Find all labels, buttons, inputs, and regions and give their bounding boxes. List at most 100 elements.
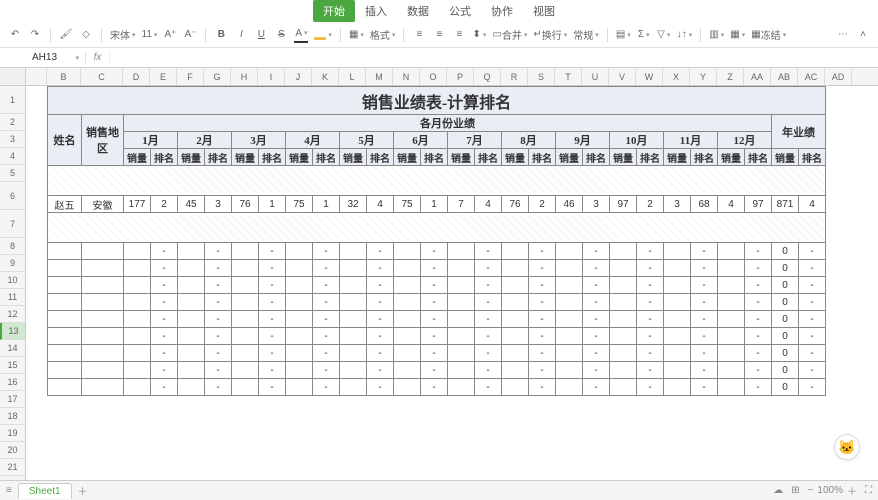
wrap-select[interactable]: ↵ 换行 [533, 27, 567, 43]
col-header-J[interactable]: J [285, 68, 312, 85]
chart-icon[interactable]: ▥ [709, 27, 724, 43]
row-header-9[interactable]: 9 [0, 255, 25, 272]
menu-tab-5[interactable]: 视图 [523, 0, 565, 22]
font-family-select[interactable]: 宋体 [110, 27, 136, 43]
col-header-F[interactable]: F [177, 68, 204, 85]
row-header-16[interactable]: 16 [0, 374, 25, 391]
row-header-1[interactable]: 1 [0, 86, 25, 114]
bold-icon[interactable]: B [214, 27, 228, 43]
sheet-list-icon[interactable]: ≡ [6, 485, 12, 496]
row-header-14[interactable]: 14 [0, 340, 25, 357]
italic-icon[interactable]: I [234, 27, 248, 43]
font-color-icon[interactable]: A [294, 27, 308, 43]
cells-viewport[interactable]: 销售业绩表-计算排名姓名销售地区各月份业绩年业绩1月2月3月4月5月6月7月8月… [26, 86, 878, 480]
menu-tab-0[interactable]: 开始 [313, 0, 355, 22]
underline-icon[interactable]: U [254, 27, 268, 43]
share-button[interactable]: 分享 [836, 1, 872, 20]
align-right-icon[interactable]: ≡ [452, 27, 466, 43]
col-header-O[interactable]: O [420, 68, 447, 85]
col-header-AC[interactable]: AC [798, 68, 825, 85]
row-header-3[interactable]: 3 [0, 131, 25, 148]
col-header-E[interactable]: E [150, 68, 177, 85]
col-header-Z[interactable]: Z [717, 68, 744, 85]
col-header-K[interactable]: K [312, 68, 339, 85]
menu-tab-4[interactable]: 协作 [481, 0, 523, 22]
font-size-select[interactable]: 11 [142, 27, 158, 43]
row-header-20[interactable]: 20 [0, 442, 25, 459]
col-header-D[interactable]: D [123, 68, 150, 85]
cell-format-select[interactable]: 格式 [370, 27, 396, 43]
valign-icon[interactable]: ⬍ [472, 27, 486, 43]
insert-row-icon[interactable]: ▤ [616, 27, 631, 43]
collapse-icon[interactable]: ˄ [856, 27, 870, 43]
col-header-H[interactable]: H [231, 68, 258, 85]
col-header-L[interactable]: L [339, 68, 366, 85]
add-sheet-icon[interactable]: ＋ [78, 483, 88, 498]
more-icon[interactable]: ⋯ [812, 3, 830, 19]
strike-icon[interactable]: S [274, 27, 288, 43]
overflow-icon[interactable]: ⋯ [836, 27, 850, 43]
col-header-M[interactable]: M [366, 68, 393, 85]
present-icon[interactable]: ▷ [764, 3, 782, 19]
col-header-AB[interactable]: AB [771, 68, 798, 85]
fullscreen-icon[interactable]: ⛶ [865, 485, 872, 496]
border-icon[interactable]: ▦ [349, 27, 364, 43]
redo-icon[interactable]: ↷ [28, 27, 42, 43]
sheet-tab-1[interactable]: Sheet1 [18, 483, 72, 499]
filter-icon[interactable]: ▽ [657, 27, 671, 43]
doc-title[interactable]: 销售业绩表 [64, 3, 119, 19]
menu-icon[interactable]: ≡ [24, 4, 38, 18]
merge-select[interactable]: ▭ 合并 [492, 27, 527, 43]
row-header-6[interactable]: 6 [0, 182, 25, 210]
menu-tab-1[interactable]: 插入 [355, 0, 397, 22]
freeze-select[interactable]: ▦ 冻结 [751, 27, 786, 43]
format-painter-icon[interactable]: 🖌 [59, 27, 73, 43]
col-header-P[interactable]: P [447, 68, 474, 85]
star-icon[interactable]: ☆ [125, 4, 135, 17]
undo-icon[interactable]: ↶ [8, 27, 22, 43]
avatar-1[interactable] [720, 3, 736, 19]
col-header-Q[interactable]: Q [474, 68, 501, 85]
fill-color-icon[interactable] [314, 27, 332, 43]
fx-icon[interactable]: fx [86, 52, 110, 63]
align-left-icon[interactable]: ≡ [412, 27, 426, 43]
menu-tab-3[interactable]: 公式 [439, 0, 481, 22]
assistant-icon[interactable]: 🐱 [834, 434, 860, 460]
name-box[interactable]: AH13 [26, 52, 86, 63]
row-header-13[interactable]: 13 [0, 323, 25, 340]
row-header-7[interactable]: 7 [0, 210, 25, 238]
zoom-in-icon[interactable]: ＋ [847, 483, 857, 498]
row-header-19[interactable]: 19 [0, 425, 25, 442]
history-icon[interactable]: ⟲ [788, 3, 806, 19]
status-icon[interactable]: ⊞ [791, 485, 799, 496]
insert-icon[interactable]: ▦ [730, 27, 745, 43]
col-header-T[interactable]: T [555, 68, 582, 85]
avatar-2[interactable] [742, 3, 758, 19]
row-header-11[interactable]: 11 [0, 289, 25, 306]
col-header-U[interactable]: U [582, 68, 609, 85]
back-icon[interactable]: ‹ [6, 4, 20, 18]
col-header-AD[interactable]: AD [825, 68, 852, 85]
spreadsheet-table[interactable]: 销售业绩表-计算排名姓名销售地区各月份业绩年业绩1月2月3月4月5月6月7月8月… [47, 86, 826, 396]
row-header-10[interactable]: 10 [0, 272, 25, 289]
select-all-corner[interactable] [0, 68, 26, 85]
col-header-V[interactable]: V [609, 68, 636, 85]
sort-icon[interactable]: ↓↑ [677, 27, 693, 43]
col-header-W[interactable]: W [636, 68, 663, 85]
cloud-icon[interactable]: ☁ [773, 485, 783, 496]
col-header-C[interactable]: C [81, 68, 123, 85]
col-header-G[interactable]: G [204, 68, 231, 85]
row-header-12[interactable]: 12 [0, 306, 25, 323]
clear-format-icon[interactable]: ◇ [79, 27, 93, 43]
col-header-B[interactable]: B [47, 68, 81, 85]
col-header-S[interactable]: S [528, 68, 555, 85]
col-header-N[interactable]: N [393, 68, 420, 85]
row-header-21[interactable]: 21 [0, 459, 25, 476]
menu-tab-2[interactable]: 数据 [397, 0, 439, 22]
align-center-icon[interactable]: ≡ [432, 27, 446, 43]
sum-icon[interactable]: Σ [637, 27, 651, 43]
row-header-5[interactable]: 5 [0, 165, 25, 182]
number-format-select[interactable]: 常规 [573, 27, 599, 43]
zoom-out-icon[interactable]: − [808, 485, 814, 496]
row-header-4[interactable]: 4 [0, 148, 25, 165]
